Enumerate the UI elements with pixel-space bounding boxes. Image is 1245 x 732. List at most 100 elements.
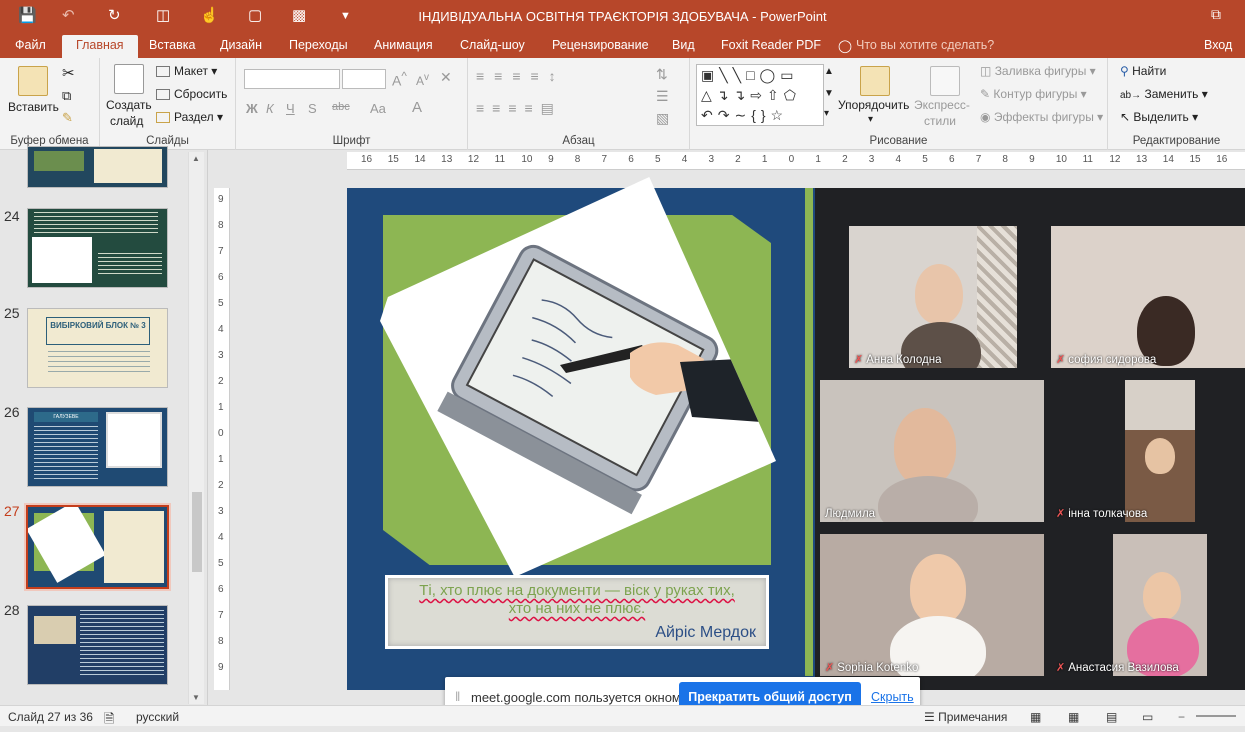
shapes-gallery[interactable]: ▣╲╲□◯▭ △↴↴⇨⇧⬠ ↶↷∼{}☆ — [696, 64, 824, 126]
font-size-select[interactable] — [342, 69, 386, 89]
tab-transitions[interactable]: Переходы — [289, 38, 348, 52]
participant-tile-2[interactable]: ✗ софия сидорова — [1051, 226, 1245, 368]
slide-thumbnail-28[interactable] — [27, 605, 168, 685]
grow-font-label: A — [392, 72, 402, 89]
align-text-icon[interactable]: ☰ — [656, 88, 669, 105]
slide-thumbnail-23[interactable] — [27, 146, 168, 188]
paste-button[interactable]: Вставить — [8, 100, 59, 114]
tell-me-search[interactable]: Что вы хотите сделать? — [856, 38, 994, 52]
smartart-icon[interactable]: ▧ — [656, 110, 669, 127]
char-spacing-button[interactable]: abc — [332, 101, 350, 113]
ruler-tick-label: 3 — [708, 154, 714, 165]
quick-styles-button-line2[interactable]: стили — [924, 114, 956, 128]
arrange-dropdown-icon[interactable]: ▾ — [868, 114, 873, 125]
quote-box[interactable]: Ті, хто плює на документи — віск у руках… — [385, 575, 769, 649]
underline-button[interactable]: Ч — [286, 101, 295, 116]
ruler-tick-label: 14 — [1162, 154, 1174, 165]
text-direction-icon[interactable]: ⇅ — [656, 66, 668, 83]
scroll-down-icon[interactable]: ▼ — [192, 693, 200, 702]
participant-tile-1[interactable]: ✗ Анна Колодна — [849, 226, 1017, 368]
ruler-tick-label: 1 — [815, 154, 821, 165]
shape-effects-button[interactable]: ◉ Эффекты фигуры ▾ — [980, 110, 1103, 124]
quick-styles-icon[interactable] — [930, 66, 960, 96]
slides-panel-scrollbar[interactable]: ▲ ▼ — [188, 152, 204, 704]
reading-view-icon[interactable]: ▤ — [1106, 710, 1117, 724]
tab-review[interactable]: Рецензирование — [552, 38, 649, 52]
quick-styles-button[interactable]: Экспресс- — [914, 98, 970, 112]
new-slide-button[interactable]: Создать — [106, 98, 152, 112]
paste-icon[interactable] — [18, 66, 48, 96]
slide-thumbnail-25[interactable]: ВИБІРКОВИЙ БЛОК № 3 — [27, 308, 168, 388]
font-family-select[interactable] — [244, 69, 340, 89]
list-buttons-icon[interactable]: ≡≡≡≡↕ — [476, 68, 566, 84]
shrink-font-button[interactable]: Av — [416, 72, 429, 88]
language-indicator[interactable]: русский — [136, 710, 179, 724]
layout-button[interactable]: Макет ▾ — [156, 64, 217, 78]
cut-icon[interactable]: ✂ — [62, 64, 75, 82]
new-slide-button-line2[interactable]: слайд — [110, 114, 143, 128]
align-buttons-icon[interactable]: ≡≡≡≡▤ — [476, 100, 562, 117]
gallery-more-icon[interactable]: ▾ — [824, 108, 829, 119]
tab-home[interactable]: Главная — [62, 35, 138, 58]
ruler-tick-label: 5 — [218, 558, 224, 570]
normal-view-icon[interactable]: ▦ — [1030, 710, 1041, 724]
tab-file[interactable]: Файл — [15, 38, 46, 52]
slideshow-view-icon[interactable]: ▭ — [1142, 710, 1153, 724]
slide-thumbnail-24[interactable] — [27, 208, 168, 288]
slide-thumbnail-26[interactable]: ГАЛУЗЕВЕ ДОКУМЕНТОЗНАВСТВО — [27, 407, 168, 487]
arrange-button[interactable]: Упорядочить — [838, 98, 909, 112]
copy-icon[interactable]: ⧉ — [62, 88, 71, 104]
scroll-up-icon[interactable]: ▲ — [192, 154, 200, 163]
drag-handle-icon[interactable]: ‖ — [455, 689, 460, 704]
italic-button[interactable]: К — [266, 101, 274, 116]
participant-tile-4[interactable]: ✗ інна толкачова — [1051, 380, 1245, 522]
gallery-down-icon[interactable]: ▼ — [824, 88, 834, 99]
format-painter-icon[interactable]: ✎ — [62, 110, 73, 126]
group-clipboard: Вставить ✂ ⧉ ✎ Буфер обмена — [0, 58, 100, 150]
shape-outline-button[interactable]: ✎ Контур фигуры ▾ — [980, 87, 1087, 101]
replace-button[interactable]: ab→ Заменить ▾ — [1120, 87, 1208, 101]
new-slide-icon[interactable] — [114, 64, 144, 94]
reset-button[interactable]: Сбросить — [156, 87, 227, 101]
font-color-icon[interactable]: A — [412, 99, 422, 116]
zoom-out-icon[interactable]: − — [1178, 710, 1185, 724]
participant-name: Людмила — [825, 508, 875, 520]
tab-design[interactable]: Дизайн — [220, 38, 262, 52]
gallery-up-icon[interactable]: ▲ — [824, 66, 834, 77]
grow-font-button[interactable]: A^ — [392, 70, 407, 89]
arrange-icon[interactable] — [860, 66, 890, 96]
ruler-tick-label: 14 — [414, 154, 426, 165]
scrollbar-thumb[interactable] — [192, 492, 202, 572]
clear-format-icon[interactable]: ✕ — [440, 69, 452, 86]
zoom-slider[interactable] — [1196, 715, 1236, 717]
section-button[interactable]: Раздел ▾ — [156, 110, 223, 124]
tab-view[interactable]: Вид — [672, 38, 695, 52]
replace-icon: ab→ — [1120, 90, 1142, 101]
participant-tile-6[interactable]: ✗ Анастасия Вазилова — [1051, 534, 1245, 676]
select-button[interactable]: ↖ Выделить ▾ — [1120, 110, 1198, 124]
participant-tile-5[interactable]: ✗ Sophia Kotenko — [820, 534, 1044, 676]
slide-sorter-icon[interactable]: ▦ — [1068, 710, 1079, 724]
shape-fill-button[interactable]: ◫ Заливка фигуры ▾ — [980, 64, 1096, 78]
ruler-tick-label: 11 — [1082, 154, 1093, 165]
slide-thumbnail-27[interactable] — [24, 503, 171, 591]
tab-insert[interactable]: Вставка — [149, 38, 195, 52]
find-button[interactable]: ⚲ Найти — [1120, 64, 1166, 78]
participant-tile-3[interactable]: Людмила — [820, 380, 1044, 522]
sign-in-link[interactable]: Вход — [1204, 38, 1232, 52]
change-case-button[interactable]: Aa — [370, 101, 386, 116]
thumb-image — [34, 151, 84, 171]
spellcheck-icon[interactable]: 🗎 — [104, 710, 114, 732]
hide-share-bar-link[interactable]: Скрыть — [871, 690, 914, 704]
notes-button[interactable]: ☰ Примечания — [924, 710, 1007, 724]
tab-animation[interactable]: Анимация — [374, 38, 433, 52]
tab-slideshow[interactable]: Слайд-шоу — [460, 38, 525, 52]
restore-window-icon[interactable]: ⧉ — [1211, 6, 1221, 23]
strike-button[interactable]: S — [308, 101, 317, 116]
ruler-tick-label: 6 — [948, 154, 955, 165]
participant-face — [1145, 438, 1175, 474]
bold-button[interactable]: Ж — [246, 101, 258, 116]
reset-icon — [156, 89, 170, 101]
tab-foxit[interactable]: Foxit Reader PDF — [721, 38, 821, 52]
ruler-tick-label: 8 — [218, 220, 224, 231]
